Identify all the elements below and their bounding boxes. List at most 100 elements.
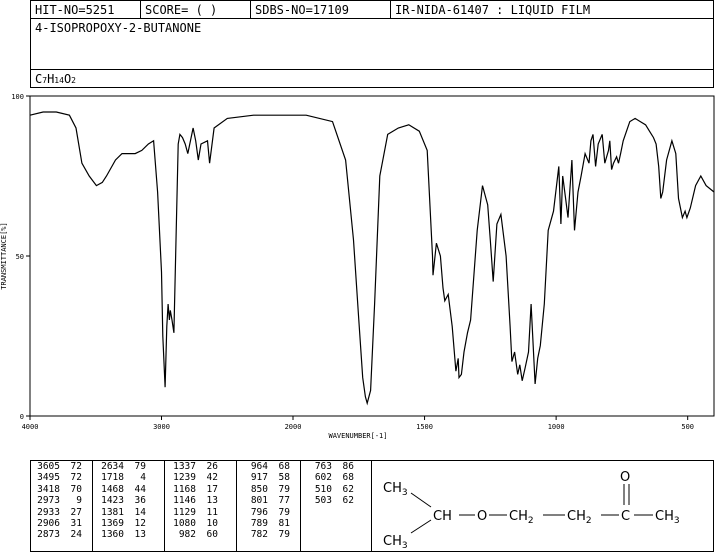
peak-transmittance: 72: [70, 461, 82, 472]
peak-transmittance: 36: [134, 495, 146, 507]
peak-transmittance: 79: [134, 461, 146, 472]
ch2-b: CH2: [567, 509, 592, 526]
peak-row: 1168 17: [166, 484, 218, 495]
peak-transmittance: 58: [278, 472, 290, 484]
peak-row: 2634 79: [94, 461, 146, 472]
y-axis-label: TRANSMITTANCE[%]: [0, 222, 8, 289]
molecule-structure: CH3 CH3 CH O CH2 CH2 C O CH3: [383, 470, 680, 551]
peak-transmittance: 79: [278, 529, 290, 541]
x-tick-label: 500: [681, 423, 694, 431]
peak-wavenumber: 503: [314, 495, 332, 507]
peak-row: 1129 11: [166, 507, 218, 518]
peak-transmittance: 79: [278, 483, 290, 495]
peak-transmittance: 79: [278, 506, 290, 518]
peak-transmittance: 68: [278, 461, 290, 472]
peak-row: 1146 13: [166, 495, 218, 506]
peak-transmittance: 4: [140, 472, 146, 484]
x-tick-label: 3000: [153, 423, 170, 431]
x-tick-label: 2000: [285, 423, 302, 431]
peak-row: 1468 44: [94, 484, 146, 495]
peak-row: 789 81: [238, 518, 290, 529]
peak-row: 2973 9: [30, 495, 82, 506]
peak-wavenumber: 602: [314, 472, 332, 484]
ch-group: CH: [433, 509, 452, 524]
peak-transmittance: 27: [70, 506, 82, 518]
peak-column: 2634 79 1718 4 1468 44 1423 36 1381 14 1369 12 1360 1…: [94, 461, 146, 541]
peak-transmittance: 72: [70, 472, 82, 484]
y-ticks: 100 50 0: [11, 93, 30, 421]
peak-row: 796 79: [238, 507, 290, 518]
peak-row: 917 58: [238, 472, 290, 483]
peak-transmittance: 31: [70, 517, 82, 529]
peak-transmittance: 10: [206, 517, 218, 529]
peak-wavenumber: 510: [314, 483, 332, 495]
peak-transmittance: 60: [206, 529, 218, 541]
peak-wavenumber: 1168: [173, 483, 196, 495]
carbonyl-carbon: C: [621, 509, 630, 524]
peak-wavenumber: 2973: [37, 495, 60, 507]
ch3-end: CH3: [655, 509, 680, 526]
peak-row: 801 77: [238, 495, 290, 506]
peak-wavenumber: 1129: [173, 506, 196, 518]
peak-wavenumber: 1369: [101, 517, 124, 529]
peak-row: 3495 72: [30, 472, 82, 483]
peak-wavenumber: 1718: [101, 472, 124, 484]
peak-transmittance: 26: [206, 461, 218, 472]
peak-wavenumber: 1146: [173, 495, 196, 507]
peak-wavenumber: 1360: [101, 529, 124, 541]
peak-wavenumber: 1381: [101, 506, 124, 518]
peak-row: 1360 13: [94, 529, 146, 540]
peak-transmittance: 11: [206, 506, 218, 518]
peak-transmittance: 62: [342, 483, 354, 495]
peak-wavenumber: 1468: [101, 483, 124, 495]
peak-transmittance: 17: [206, 483, 218, 495]
peak-transmittance: 12: [134, 517, 146, 529]
peak-row: 602 68: [302, 472, 354, 483]
ether-oxygen: O: [477, 509, 487, 524]
peak-wavenumber: 2906: [37, 517, 60, 529]
peak-transmittance: 13: [206, 495, 218, 507]
peak-transmittance: 9: [76, 495, 82, 507]
peak-wavenumber: 1080: [173, 517, 196, 529]
peak-row: 2906 31: [30, 518, 82, 529]
x-tick-label: 4000: [22, 423, 39, 431]
peak-wavenumber: 801: [250, 495, 268, 507]
peak-transmittance: 44: [134, 483, 146, 495]
peak-wavenumber: 796: [250, 506, 268, 518]
peak-transmittance: 70: [70, 483, 82, 495]
peak-transmittance: 68: [342, 472, 354, 484]
peak-transmittance: 86: [342, 461, 354, 472]
peak-wavenumber: 850: [250, 483, 268, 495]
peak-row: 503 62: [302, 495, 354, 506]
peak-wavenumber: 2933: [37, 506, 60, 518]
y-tick-label: 0: [20, 413, 24, 421]
peak-row: 850 79: [238, 484, 290, 495]
bond-ch3-bottom: [410, 519, 432, 534]
x-tick-label: 1000: [548, 423, 565, 431]
peak-wavenumber: 1423: [101, 495, 124, 507]
peak-transmittance: 14: [134, 506, 146, 518]
peak-wavenumber: 1239: [173, 472, 196, 484]
peak-transmittance: 42: [206, 472, 218, 484]
peak-transmittance: 24: [70, 529, 82, 541]
peak-table: 3605 72 3495 72 3418 70 2973 9 2933 27 2906 31 2873 2…: [30, 460, 370, 552]
peak-row: 1369 12: [94, 518, 146, 529]
x-tick-label: 1500: [416, 423, 433, 431]
peak-wavenumber: 917: [250, 472, 268, 484]
peak-transmittance: 13: [134, 529, 146, 541]
peak-wavenumber: 763: [314, 461, 332, 472]
x-axis-label: WAVENUMBER[-1]: [328, 432, 387, 440]
ir-spectrum-chart: 100500 4000 3000 2000 1500 1000 500 WAVENUMBE…: [0, 93, 715, 440]
peak-row: 1080 10: [166, 518, 218, 529]
carbonyl-oxygen: O: [620, 470, 630, 485]
peak-row: 3605 72: [30, 461, 82, 472]
peak-column-divider: [236, 460, 237, 552]
peak-row: 1381 14: [94, 507, 146, 518]
peak-wavenumber: 2634: [101, 461, 124, 472]
ch3-bottom: CH3: [383, 534, 408, 551]
peak-row: 763 86: [302, 461, 354, 472]
peak-wavenumber: 2873: [37, 529, 60, 541]
peak-wavenumber: 3605: [37, 461, 60, 472]
peak-transmittance: 62: [342, 495, 354, 507]
peak-column: 1337 26 1239 42 1168 17 1146 13 1129 11 1080 10 982 6…: [166, 461, 218, 541]
